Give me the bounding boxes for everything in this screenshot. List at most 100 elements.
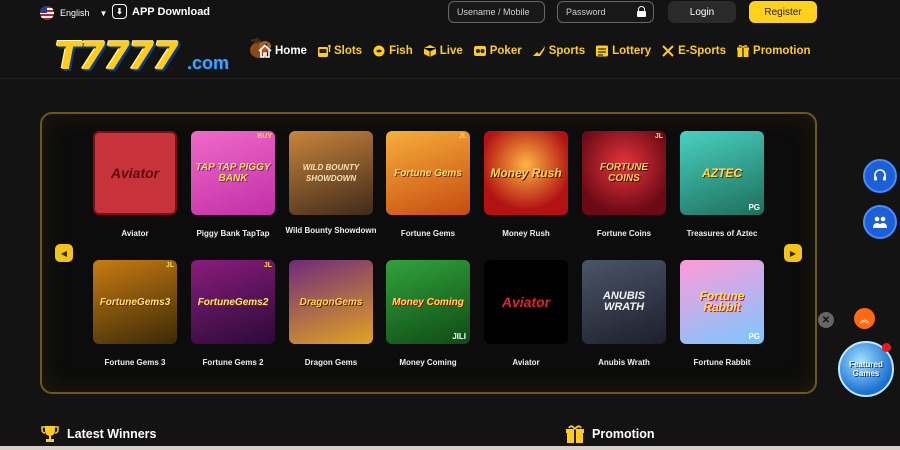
game-label: Aviator: [121, 229, 149, 238]
us-flag-icon: [40, 6, 54, 20]
game-label: Dragon Gems: [304, 358, 358, 367]
nav-item-promotion[interactable]: Promotion: [736, 44, 811, 58]
game-thumbnail[interactable]: JL FortuneGems3: [93, 260, 177, 344]
nav-label: Lottery: [612, 45, 652, 57]
lottery-icon: [595, 44, 609, 58]
live-cube-icon: [423, 44, 437, 58]
nav-label: Fish: [389, 45, 413, 57]
game-art-title: Aviator: [110, 164, 160, 181]
nav-label: Slots: [333, 45, 363, 57]
game-thumbnail[interactable]: JILI Money Coming: [386, 260, 470, 344]
gift-icon: [566, 425, 584, 443]
game-label: Fortune Gems: [400, 229, 456, 238]
game-thumbnail[interactable]: DragonGems: [289, 260, 373, 344]
agent-button[interactable]: [863, 205, 897, 239]
provider-badge: PG: [748, 203, 760, 212]
lock-icon: [637, 6, 646, 17]
app-download-link[interactable]: ⬇ APP Download: [112, 4, 210, 19]
game-card-anubis-wrath[interactable]: ANUBIS WRATH Anubis Wrath: [582, 260, 666, 368]
provider-badge: JL: [263, 262, 272, 269]
game-label: Fortune Gems 2: [202, 358, 264, 367]
nav-item-fish[interactable]: Fish: [372, 44, 413, 58]
poker-chip-icon: [473, 44, 487, 58]
nav-label: Home: [275, 45, 307, 57]
headset-icon: [874, 169, 886, 181]
game-art-title: ANUBIS WRATH: [602, 290, 646, 313]
game-label: Money Rush: [502, 229, 550, 238]
game-art-title: Money Coming: [392, 296, 464, 308]
nav-item-live[interactable]: Live: [423, 44, 463, 58]
game-thumbnail[interactable]: PG AZTEC: [680, 131, 764, 215]
app-download-label: APP Download: [132, 5, 211, 18]
game-card-treasures-of-aztec[interactable]: PG AZTEC Treasures of Aztec: [680, 131, 764, 239]
nav-item-poker[interactable]: Poker: [473, 44, 522, 58]
game-card-wild-bounty[interactable]: WILD BOUNTY SHOWDOWN Wild Bounty Showdow…: [285, 131, 377, 236]
carousel-next-button[interactable]: ▶: [784, 244, 802, 262]
game-art-title: WILD BOUNTY SHOWDOWN: [302, 163, 360, 183]
nav-item-lottery[interactable]: Lottery: [595, 44, 651, 58]
home-icon: [258, 44, 272, 58]
crossed-swords-icon: [661, 44, 675, 58]
game-art-title: FortuneGems2: [197, 296, 269, 308]
nav-label: Live: [439, 45, 463, 57]
game-card-piggy-bank[interactable]: BUY TAP TAP PIGGY BANK Piggy Bank TapTap: [191, 131, 275, 239]
game-thumbnail[interactable]: BUY TAP TAP PIGGY BANK: [191, 131, 275, 215]
game-card-money-coming[interactable]: JILI Money Coming Money Coming: [386, 260, 470, 368]
site-logo[interactable]: T7777 .com: [55, 36, 271, 76]
provider-badge: JL: [165, 262, 174, 269]
game-art-title: TAP TAP PIGGY BANK: [195, 162, 271, 184]
game-card-fortune-coins[interactable]: JL FORTUNE COINS Fortune Coins: [582, 131, 666, 239]
nav-label: E-Sports: [678, 45, 727, 57]
game-card-aviator-2[interactable]: Aviator Aviator: [484, 260, 568, 368]
top-bar: English ▼ ⬇ APP Download Login Register: [0, 0, 900, 26]
gift-icon: [736, 44, 750, 58]
game-thumbnail[interactable]: JL Fortune Gems: [386, 131, 470, 215]
game-card-money-rush[interactable]: Money Rush Money Rush: [484, 131, 568, 239]
provider-badge: JILI: [452, 332, 466, 341]
game-thumbnail[interactable]: JL FORTUNE COINS: [582, 131, 666, 215]
section-title: Promotion: [592, 427, 655, 441]
game-label: Fortune Rabbit: [693, 358, 751, 367]
game-card-aviator[interactable]: Aviator Aviator: [93, 131, 177, 239]
game-art-title: Money Rush: [490, 165, 562, 180]
nav-item-home[interactable]: Home: [258, 44, 307, 58]
scroll-to-top-button[interactable]: ︽: [854, 308, 875, 329]
game-card-fortune-gems[interactable]: JL Fortune Gems Fortune Gems: [386, 131, 470, 239]
language-selector[interactable]: English ▼: [40, 6, 107, 20]
nav-item-sports[interactable]: Sports: [532, 44, 585, 58]
game-label: Money Coming: [399, 358, 457, 367]
promotion-heading: Promotion: [565, 424, 655, 444]
username-input[interactable]: [448, 1, 545, 23]
customer-service-button[interactable]: [863, 159, 897, 193]
sports-shoe-icon: [532, 44, 546, 58]
trophy-icon: [41, 426, 59, 442]
carousel-prev-button[interactable]: ◀: [55, 244, 73, 262]
featured-games-label: Featured Games: [849, 360, 883, 378]
game-label: Wild Bounty Showdown: [285, 226, 377, 235]
nav-label: Poker: [489, 45, 522, 57]
game-art-title: AZTEC: [702, 165, 742, 180]
game-label: Treasures of Aztec: [686, 229, 758, 238]
nav-item-slots[interactable]: Slots: [317, 44, 362, 58]
chevron-down-icon: ▼: [99, 8, 108, 18]
game-thumbnail[interactable]: Aviator: [93, 131, 177, 215]
game-card-fortune-gems-3[interactable]: JL FortuneGems3 Fortune Gems 3: [93, 260, 177, 368]
close-icon[interactable]: ✕: [818, 312, 834, 328]
register-button[interactable]: Register: [749, 1, 817, 23]
game-thumbnail[interactable]: ANUBIS WRATH: [582, 260, 666, 344]
login-button[interactable]: Login: [668, 1, 736, 23]
game-thumbnail[interactable]: PG Fortune Rabbit: [680, 260, 764, 344]
game-card-dragon-gems[interactable]: DragonGems Dragon Gems: [289, 260, 373, 368]
game-card-fortune-gems-2[interactable]: JL FortuneGems2 Fortune Gems 2: [191, 260, 275, 368]
game-art-title: Fortune Gems: [394, 167, 462, 179]
game-label: Aviator: [512, 358, 540, 367]
app-download-icon: ⬇: [112, 4, 127, 19]
nav-item-esports[interactable]: E-Sports: [661, 44, 726, 58]
provider-badge: JL: [654, 133, 663, 140]
game-card-fortune-rabbit[interactable]: PG Fortune Rabbit Fortune Rabbit: [680, 260, 764, 368]
game-thumbnail[interactable]: Aviator: [484, 260, 568, 344]
game-label: Piggy Bank TapTap: [196, 229, 270, 238]
game-thumbnail[interactable]: Money Rush: [484, 131, 568, 215]
game-thumbnail[interactable]: WILD BOUNTY SHOWDOWN: [289, 131, 373, 215]
game-thumbnail[interactable]: JL FortuneGems2: [191, 260, 275, 344]
